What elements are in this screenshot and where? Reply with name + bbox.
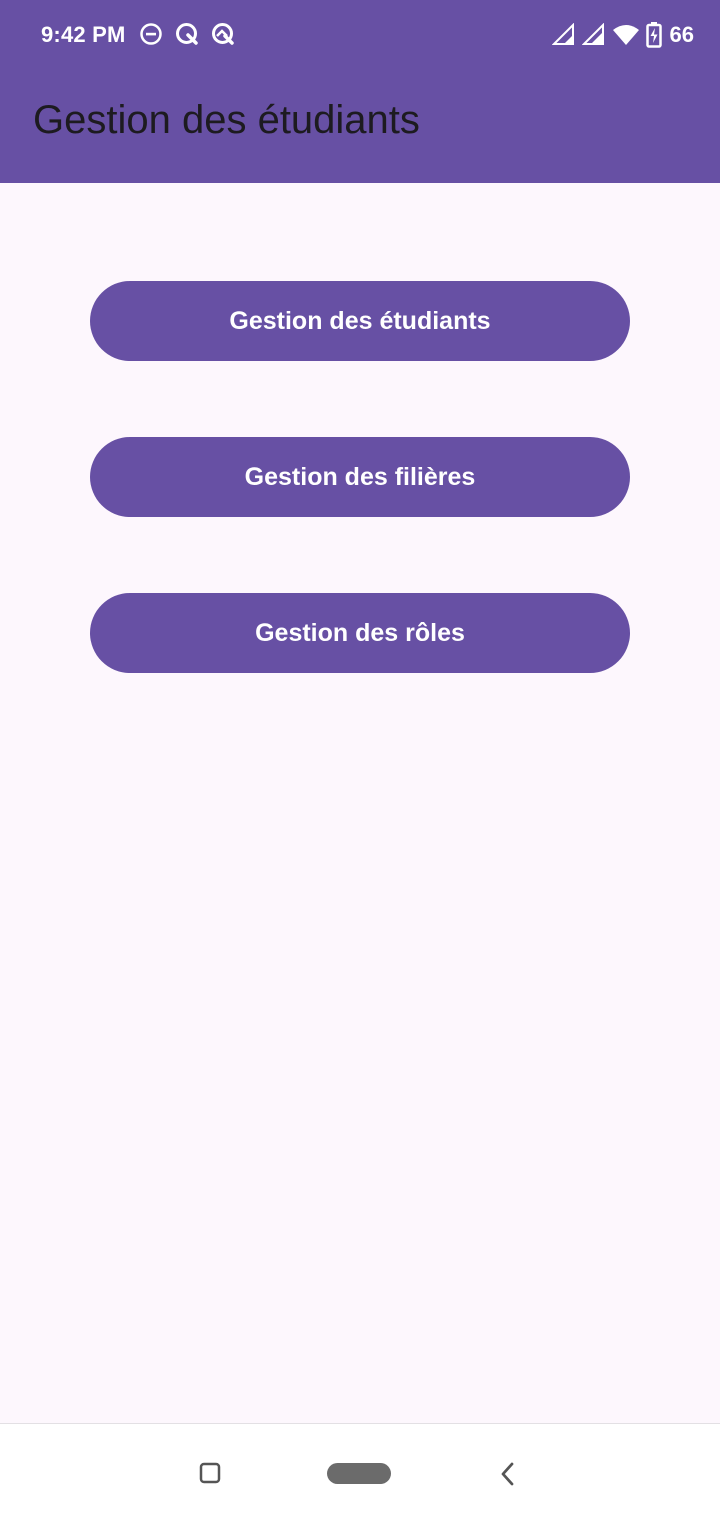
manage-roles-button[interactable]: Gestion des rôles (90, 593, 630, 673)
manage-programs-button[interactable]: Gestion des filières (90, 437, 630, 517)
wifi-icon (612, 23, 640, 47)
manage-students-button[interactable]: Gestion des étudiants (90, 281, 630, 361)
signal-icon (551, 23, 576, 47)
recents-icon[interactable] (199, 1462, 221, 1484)
page-title: Gestion des étudiants (33, 98, 420, 142)
back-icon[interactable] (498, 1461, 518, 1487)
main-content: Gestion des étudiants Gestion des filièr… (0, 183, 720, 1423)
status-bar: 9:42 PM 66 (0, 0, 720, 70)
do-not-disturb-icon (139, 22, 163, 46)
status-time: 9:42 PM (41, 22, 126, 47)
quick-notification-icon (211, 22, 235, 46)
home-pill-icon[interactable] (327, 1463, 391, 1484)
app-bar: Gestion des étudiants (0, 70, 720, 183)
status-right-icons: 66 (551, 22, 694, 48)
navigation-bar (0, 1423, 720, 1521)
battery-level: 66 (669, 22, 694, 47)
quick-notification-icon (175, 22, 199, 46)
battery-charging-icon (645, 22, 662, 48)
signal-icon (581, 23, 606, 47)
status-left-icons (139, 22, 235, 46)
